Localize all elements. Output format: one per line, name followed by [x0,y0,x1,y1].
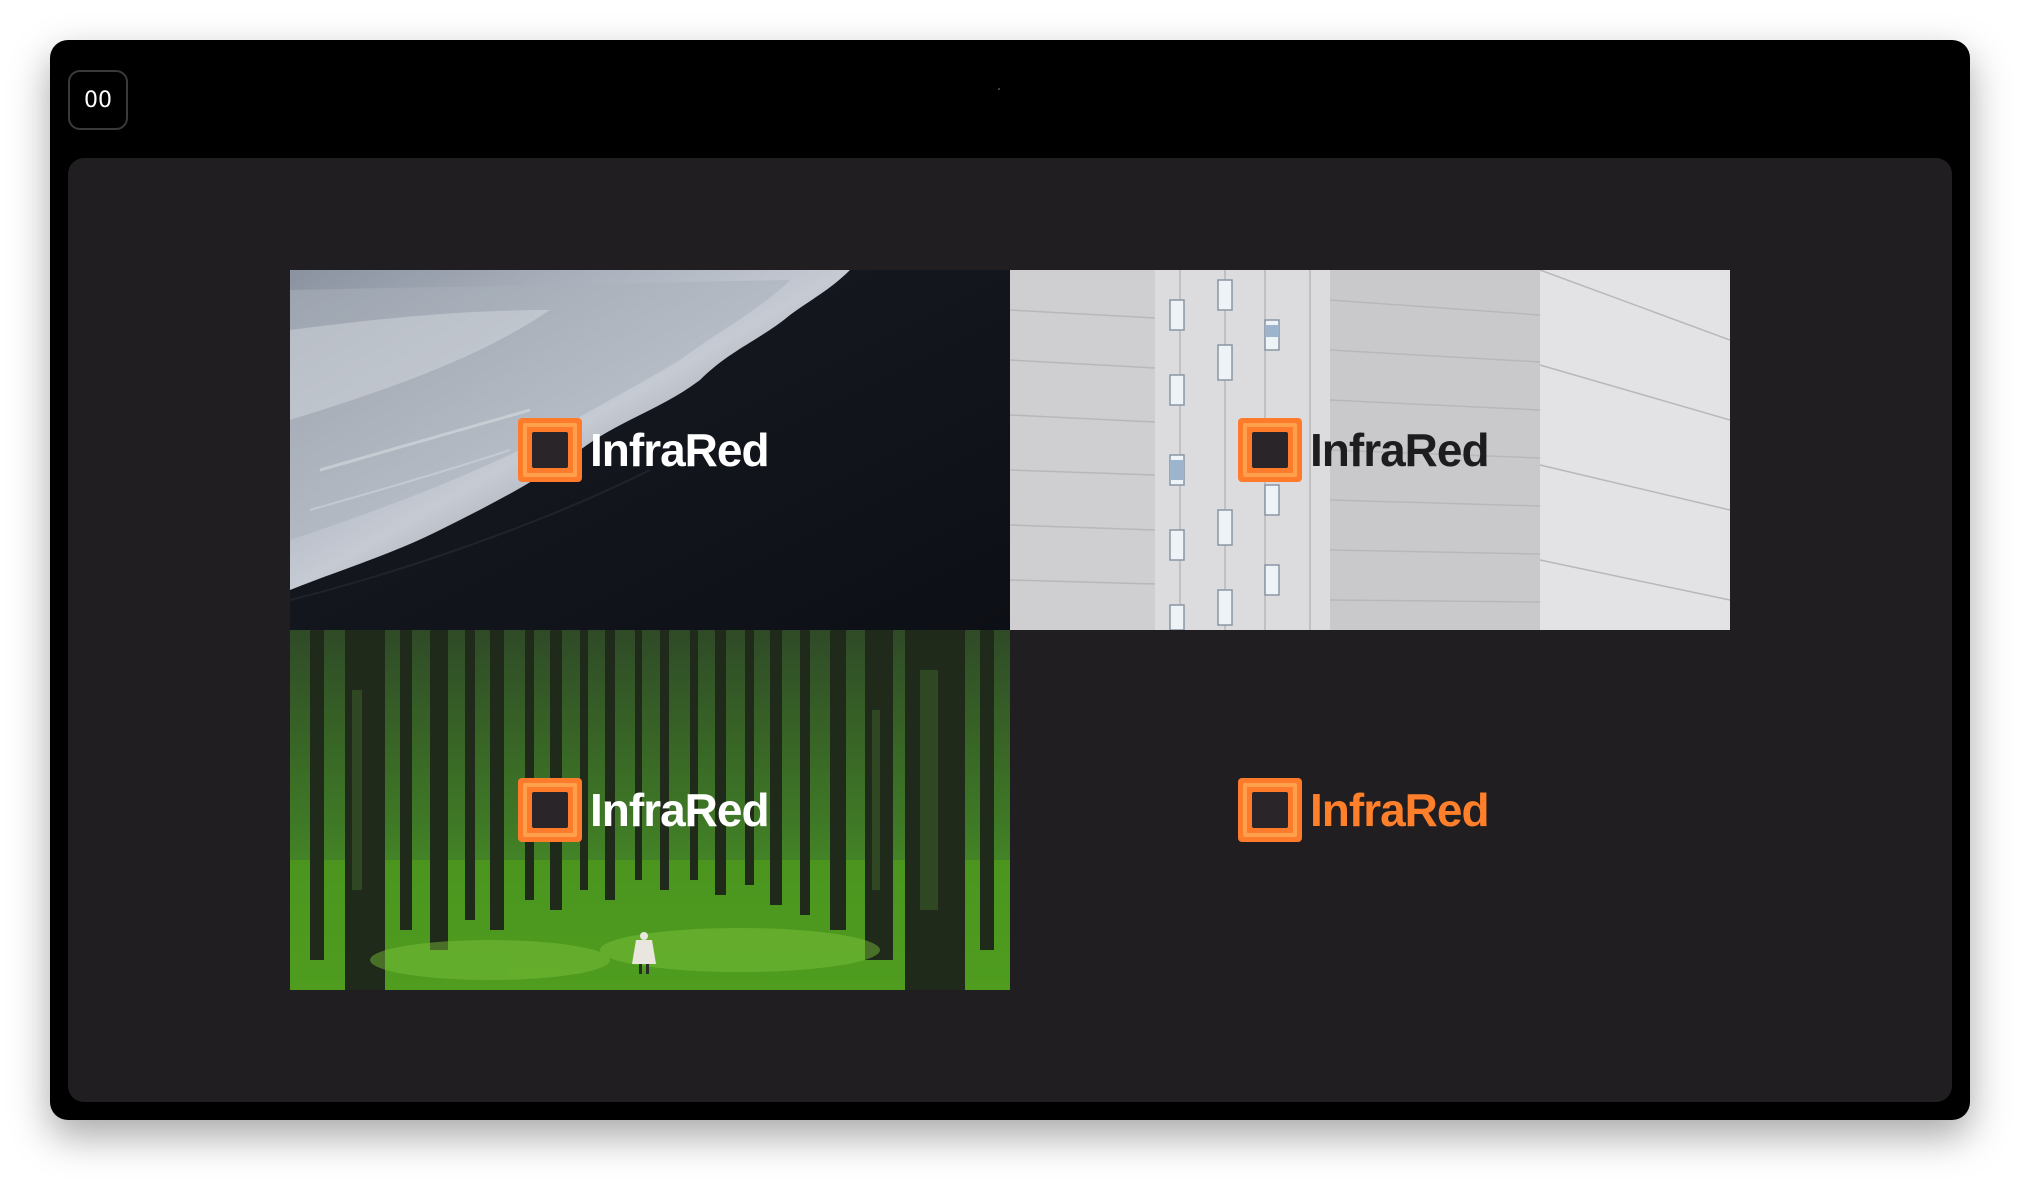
infrared-mark-icon [1238,778,1302,842]
infrared-logo: InfraRed [1238,778,1490,842]
infrared-mark-icon [1238,418,1302,482]
infrared-logo: InfraRed [1238,418,1490,482]
infrared-mark-icon [518,418,582,482]
infrared-mark-icon [518,778,582,842]
logo-tile-forest: InfraRed [290,630,1010,990]
brand-wordmark: InfraRed [590,424,770,476]
logo-tile-solid: InfraRed [1010,630,1730,990]
brand-wordmark: InfraRed [1310,424,1490,476]
logo-tile-ocean: InfraRed [290,270,1010,630]
slide-counter[interactable]: 00 [68,70,128,130]
window-dot [998,88,1000,90]
infrared-logo: InfraRed [518,778,770,842]
presentation-window: 00 InfraRed InfraRed InfraRed InfraRed [50,40,1970,1120]
slide-stage: InfraRed InfraRed InfraRed InfraRed [68,158,1952,1102]
logo-tile-building: InfraRed [1010,270,1730,630]
brand-wordmark: InfraRed [590,784,770,836]
infrared-logo: InfraRed [518,418,770,482]
brand-wordmark: InfraRed [1310,784,1490,836]
